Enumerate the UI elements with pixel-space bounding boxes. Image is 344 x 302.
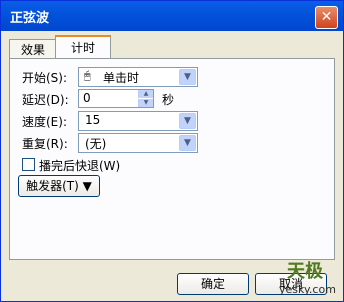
trigger-button-label: 触发器(T) ▼ bbox=[26, 179, 92, 193]
watermark-brand: 天极 bbox=[287, 261, 323, 282]
delay-value: 0 bbox=[83, 91, 91, 105]
ok-button-label: 确定 bbox=[200, 277, 225, 291]
speed-label: 速度(E): bbox=[22, 115, 67, 129]
delay-spinner[interactable]: 0 ▲ ▼ bbox=[78, 89, 154, 108]
trigger-button[interactable]: 触发器(T) ▼ bbox=[18, 175, 100, 197]
rewind-checkbox[interactable] bbox=[22, 158, 35, 171]
speed-select-value: 15 bbox=[85, 113, 101, 127]
mouse-icon: 🖱 bbox=[84, 69, 91, 82]
rewind-label[interactable]: 播完后快退(W) bbox=[39, 157, 120, 174]
title-bar[interactable]: 正弦波 ✕ bbox=[1, 1, 343, 31]
repeat-select-value: (无) bbox=[85, 137, 107, 151]
spin-up-icon[interactable]: ▲ bbox=[138, 90, 153, 98]
tab-effect-label: 效果 bbox=[20, 43, 45, 57]
delay-label: 延迟(D): bbox=[22, 93, 69, 107]
delay-unit: 秒 bbox=[162, 93, 175, 107]
start-label: 开始(S): bbox=[22, 71, 68, 85]
repeat-select[interactable]: (无) ▼ bbox=[78, 133, 198, 153]
dialog-window: 正弦波 ✕ 效果 计时 开始(S): 🖱 单击时 ▼ 延迟(D): 0 ▲ ▼ … bbox=[0, 0, 344, 302]
tab-effect[interactable]: 效果 bbox=[9, 39, 57, 60]
speed-select[interactable]: 15 ▼ bbox=[78, 111, 198, 131]
tab-timing-label: 计时 bbox=[70, 41, 95, 55]
close-button[interactable]: ✕ bbox=[315, 6, 338, 29]
chevron-down-icon[interactable]: ▼ bbox=[179, 135, 196, 151]
start-select[interactable]: 🖱 单击时 ▼ bbox=[78, 67, 198, 87]
timing-panel: 开始(S): 🖱 单击时 ▼ 延迟(D): 0 ▲ ▼ 秒 速度(E): 15 … bbox=[9, 58, 335, 260]
chevron-down-icon[interactable]: ▼ bbox=[179, 113, 196, 129]
repeat-label: 重复(R): bbox=[22, 137, 68, 151]
chevron-down-icon[interactable]: ▼ bbox=[179, 69, 196, 85]
watermark: 天极 yesky.com bbox=[263, 251, 341, 299]
spin-down-icon[interactable]: ▼ bbox=[138, 99, 153, 107]
close-icon: ✕ bbox=[320, 9, 333, 25]
watermark-url: yesky.com bbox=[279, 283, 336, 296]
start-select-value: 单击时 bbox=[103, 71, 140, 85]
ok-button[interactable]: 确定 bbox=[177, 273, 249, 295]
window-title: 正弦波 bbox=[10, 11, 50, 26]
